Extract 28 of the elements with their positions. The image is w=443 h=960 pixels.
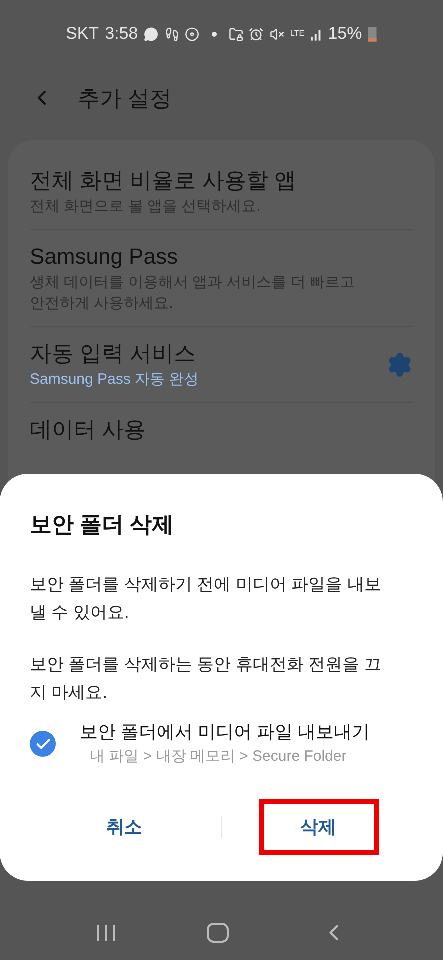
setting-title[interactable]: 전체 화면 비율로 사용할 앱 bbox=[30, 166, 413, 196]
battery-percent: 15% bbox=[328, 23, 362, 46]
dialog-message: 보안 폴더를 삭제하는 동안 휴대전화 전원을 끄지 마세요. bbox=[30, 654, 382, 704]
clock: 3:58 bbox=[105, 23, 138, 46]
chat-bubble-icon bbox=[144, 26, 159, 42]
circle-icon bbox=[185, 26, 200, 42]
mute-icon bbox=[270, 26, 284, 42]
cancel-button[interactable]: 취소 bbox=[74, 799, 174, 855]
setting-subtitle: Samsung Pass 자동 완성 bbox=[30, 370, 200, 390]
option-label[interactable]: 보안 폴더에서 미디어 파일 내보내기 bbox=[80, 719, 370, 745]
battery-icon bbox=[368, 26, 377, 42]
option-path: 내 파일 > 내장 메모리 > Secure Folder bbox=[89, 747, 348, 767]
footprints-icon bbox=[164, 26, 180, 42]
recent-apps-icon[interactable] bbox=[96, 924, 116, 940]
page-title: 추가 설정 bbox=[78, 84, 172, 112]
setting-title[interactable]: 데이터 사용 bbox=[30, 415, 413, 445]
dialog-title: 보안 폴더 삭제 bbox=[30, 511, 176, 539]
network-type: LTE bbox=[290, 30, 305, 38]
folder-icon bbox=[228, 26, 244, 42]
home-icon[interactable] bbox=[207, 922, 230, 942]
checkbox[interactable] bbox=[30, 731, 56, 757]
alarm-icon bbox=[249, 26, 264, 42]
setting-title[interactable]: Samsung Pass bbox=[30, 242, 413, 272]
dialog-message: 보안 폴더를 삭제하기 전에 미디어 파일을 내보낼 수 있어요. bbox=[30, 574, 382, 624]
delete-button[interactable]: 삭제 bbox=[258, 799, 378, 855]
signal-icon bbox=[310, 28, 322, 40]
carrier: SKT bbox=[66, 23, 100, 46]
setting-title[interactable]: 자동 입력 서비스 bbox=[30, 339, 387, 369]
